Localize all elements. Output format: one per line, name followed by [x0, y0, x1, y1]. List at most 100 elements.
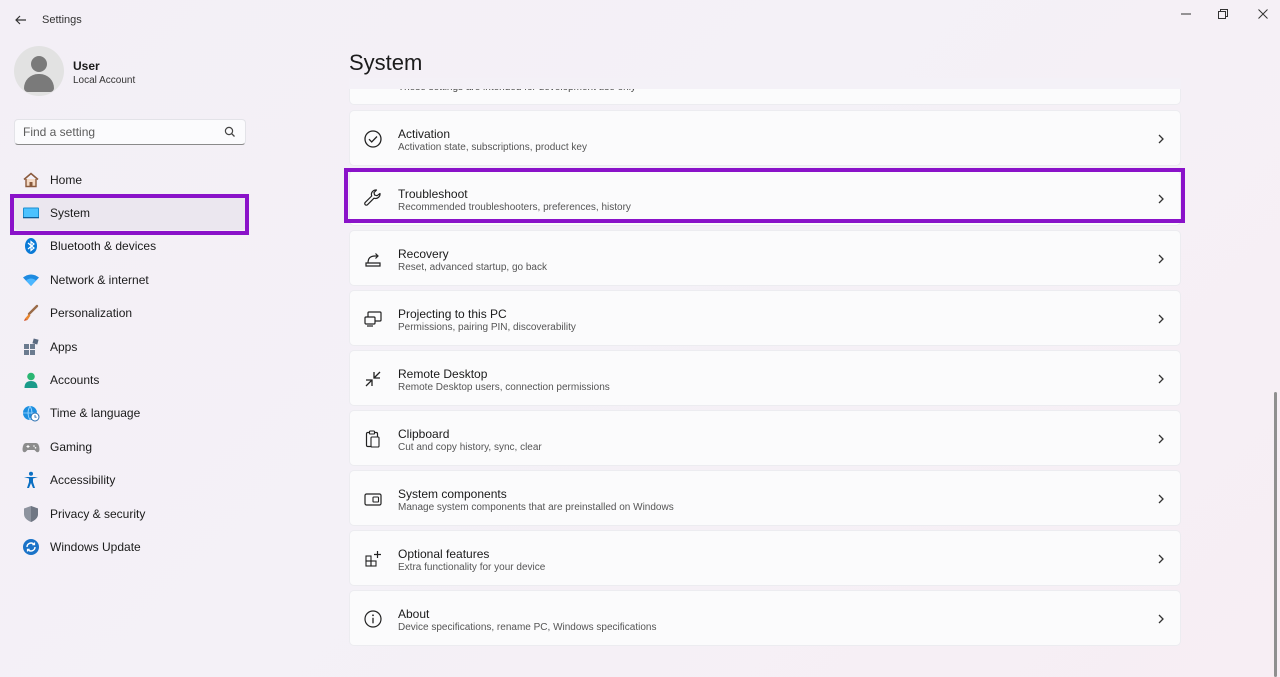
components-icon — [362, 488, 384, 510]
avatar[interactable] — [14, 46, 64, 96]
sidebar-item-label: Network & internet — [50, 272, 149, 287]
sidebar-item-label: Apps — [50, 339, 78, 354]
sidebar-item-label: Accounts — [50, 373, 100, 388]
chevron-right-icon — [1158, 494, 1164, 504]
card-title: Recovery — [398, 247, 449, 261]
chevron-right-icon — [1158, 254, 1164, 264]
card-system-components[interactable]: System components Manage system componen… — [349, 470, 1181, 526]
sidebar-item-label: Gaming — [50, 439, 93, 454]
optional-features-icon — [362, 548, 384, 570]
sidebar-item-bluetooth[interactable]: Bluetooth & devices — [14, 230, 246, 263]
sidebar-item-label: Personalization — [50, 306, 133, 321]
card-recovery[interactable]: Recovery Reset, advanced startup, go bac… — [349, 230, 1181, 286]
sidebar-item-system[interactable]: System — [14, 196, 246, 230]
card-activation[interactable]: Activation Activation state, subscriptio… — [349, 110, 1181, 166]
sidebar-item-label: Time & language — [50, 406, 141, 421]
sidebar-item-label: Windows Update — [50, 539, 141, 554]
card-title: Activation — [398, 127, 451, 141]
sidebar-item-gaming[interactable]: Gaming — [14, 430, 246, 463]
sidebar-item-apps[interactable]: Apps — [14, 330, 246, 363]
card-title: Projecting to this PC — [398, 307, 507, 321]
accounts-icon — [22, 371, 40, 389]
minimize-icon — [1181, 13, 1191, 15]
settings-list: Activation Activation state, subscriptio… — [349, 110, 1181, 650]
sidebar-item-privacy-security[interactable]: Privacy & security — [14, 497, 246, 530]
globe-clock-icon — [22, 404, 40, 422]
clipboard-icon — [362, 428, 384, 450]
recovery-icon — [362, 248, 384, 270]
card-title: Clipboard — [398, 427, 450, 441]
update-icon — [22, 538, 40, 556]
sidebar-item-windows-update[interactable]: Windows Update — [14, 530, 246, 563]
shield-icon — [22, 505, 40, 523]
sidebar-item-label: Privacy & security — [50, 506, 146, 521]
header-fade — [349, 78, 1181, 89]
user-name: User — [73, 59, 100, 73]
app-title: Settings — [42, 14, 82, 26]
remote-desktop-icon — [362, 368, 384, 390]
card-remote-desktop[interactable]: Remote Desktop Remote Desktop users, con… — [349, 350, 1181, 406]
projecting-icon — [362, 308, 384, 330]
card-subtitle: Remote Desktop users, connection permiss… — [398, 382, 610, 393]
card-title: Remote Desktop — [398, 367, 488, 381]
chevron-right-icon — [1158, 374, 1164, 384]
sidebar-item-network[interactable]: Network & internet — [14, 263, 246, 296]
card-title: System components — [398, 487, 507, 501]
wrench-icon — [362, 188, 384, 210]
close-icon — [1258, 9, 1268, 19]
card-subtitle: Activation state, subscriptions, product… — [398, 142, 587, 153]
chevron-right-icon — [1158, 614, 1164, 624]
wifi-icon — [22, 271, 40, 289]
search-icon[interactable] — [223, 125, 237, 139]
gamepad-icon — [22, 438, 40, 456]
card-optional-features[interactable]: Optional features Extra functionality fo… — [349, 530, 1181, 586]
card-title: Troubleshoot — [398, 187, 468, 201]
avatar-body — [24, 74, 54, 92]
sidebar-item-label: Accessibility — [50, 473, 116, 488]
chevron-right-icon — [1158, 434, 1164, 444]
card-subtitle: Manage system components that are preins… — [398, 502, 674, 513]
card-about[interactable]: About Device specifications, rename PC, … — [349, 590, 1181, 646]
search-input[interactable] — [15, 120, 215, 144]
title-bar: Settings — [0, 0, 1280, 40]
sidebar-item-home[interactable]: Home — [14, 163, 246, 196]
close-button[interactable] — [1248, 6, 1278, 22]
sidebar-item-accessibility[interactable]: Accessibility — [14, 464, 246, 497]
card-subtitle: Permissions, pairing PIN, discoverabilit… — [398, 322, 576, 333]
card-troubleshoot[interactable]: Troubleshoot Recommended troubleshooters… — [349, 170, 1181, 226]
system-icon — [22, 204, 40, 222]
chevron-right-icon — [1158, 314, 1164, 324]
avatar-head — [31, 56, 47, 72]
card-subtitle: Cut and copy history, sync, clear — [398, 442, 542, 453]
checkmark-circle-icon — [362, 128, 384, 150]
card-subtitle: Reset, advanced startup, go back — [398, 262, 547, 273]
sidebar-item-label: System — [50, 206, 91, 221]
info-icon — [362, 608, 384, 630]
card-subtitle: Device specifications, rename PC, Window… — [398, 622, 657, 633]
sidebar-item-accounts[interactable]: Accounts — [14, 363, 246, 396]
restore-icon — [1218, 9, 1228, 19]
home-icon — [22, 171, 40, 189]
restore-button[interactable] — [1208, 6, 1238, 22]
chevron-right-icon — [1158, 194, 1164, 204]
sidebar-item-time-language[interactable]: Time & language — [14, 397, 246, 430]
accessibility-icon — [22, 471, 40, 489]
search-box[interactable] — [14, 119, 246, 145]
back-button[interactable] — [10, 10, 32, 30]
account-type: Local Account — [73, 75, 136, 86]
chevron-right-icon — [1158, 554, 1164, 564]
sidebar-item-personalization[interactable]: Personalization — [14, 297, 246, 330]
card-clipboard[interactable]: Clipboard Cut and copy history, sync, cl… — [349, 410, 1181, 466]
page-title: System — [349, 50, 423, 75]
brush-icon — [22, 304, 40, 322]
scrollbar-thumb[interactable] — [1274, 392, 1277, 677]
sidebar-nav: Home System Bluetooth & devices Network … — [14, 163, 246, 564]
card-title: About — [398, 607, 430, 621]
bluetooth-icon — [22, 237, 40, 255]
minimize-button[interactable] — [1171, 6, 1201, 22]
card-projecting[interactable]: Projecting to this PC Permissions, pairi… — [349, 290, 1181, 346]
card-title: Optional features — [398, 547, 490, 561]
card-subtitle: Recommended troubleshooters, preferences… — [398, 202, 631, 213]
chevron-right-icon — [1158, 134, 1164, 144]
sidebar-item-label: Bluetooth & devices — [50, 239, 157, 254]
